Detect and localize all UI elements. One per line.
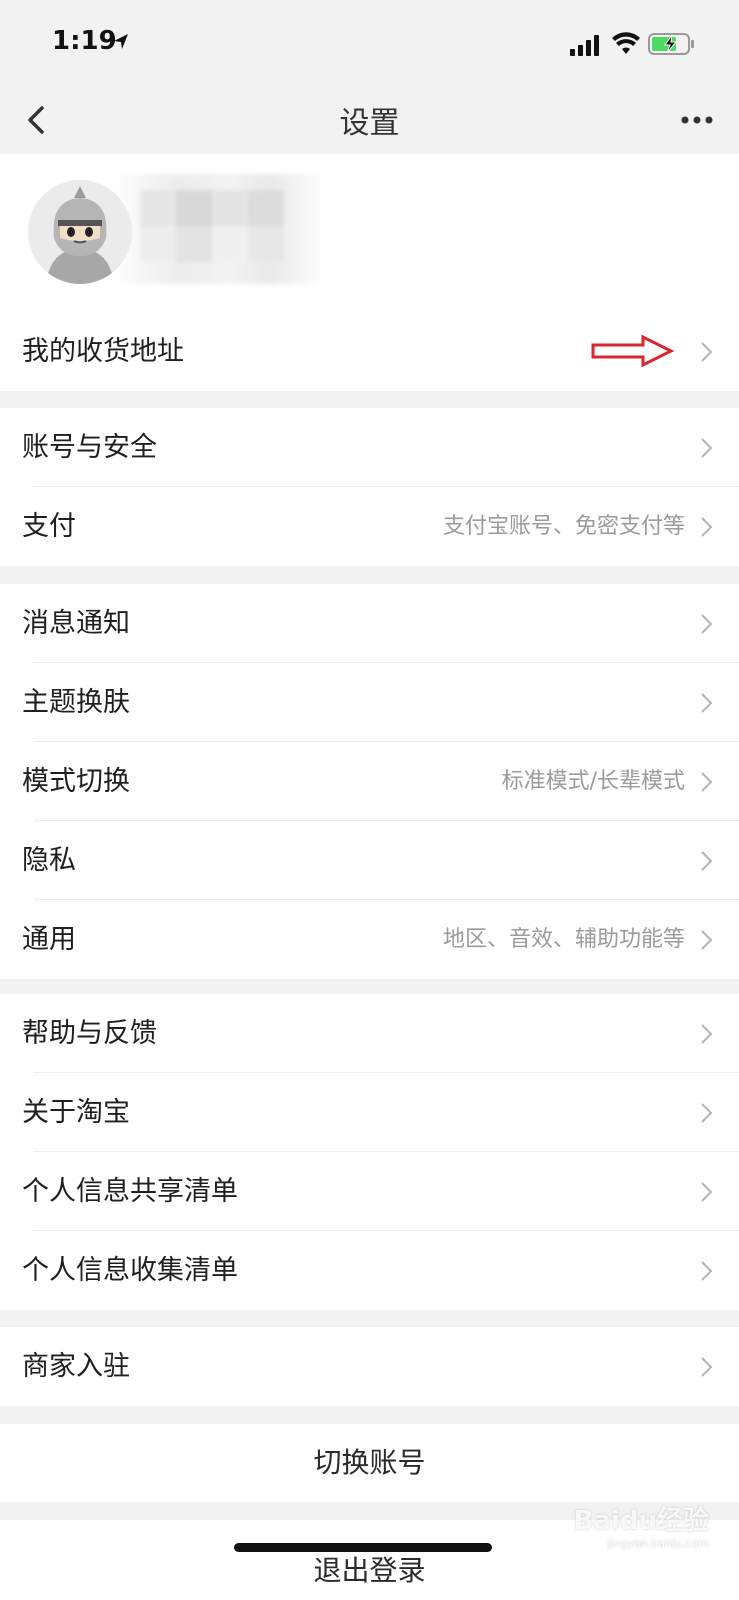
row-merchant-join[interactable]: 商家入驻 [0, 1327, 739, 1406]
row-theme[interactable]: 主题换肤 [0, 663, 739, 742]
row-address[interactable]: 我的收货地址 [0, 312, 739, 391]
chevron-right-icon [701, 930, 713, 950]
battery-charging-icon [648, 33, 694, 55]
row-info-collection-list[interactable]: 个人信息收集清单 [0, 1231, 739, 1310]
chevron-right-icon [701, 614, 713, 634]
row-subtitle: 标准模式/长辈模式 [501, 769, 685, 794]
nav-bar: 设置 [0, 88, 739, 154]
row-about-taobao[interactable]: 关于淘宝 [0, 1073, 739, 1152]
row-label: 商家入驻 [22, 1351, 130, 1382]
row-payment[interactable]: 支付 支付宝账号、免密支付等 [0, 487, 739, 566]
obscured-username [120, 174, 320, 284]
status-time: 1:19 [52, 26, 117, 56]
ninja-avatar-icon [28, 180, 132, 284]
row-privacy[interactable]: 隐私 [0, 821, 739, 900]
row-subtitle: 地区、音效、辅助功能等 [442, 927, 685, 952]
chevron-right-icon [701, 1103, 713, 1123]
row-general[interactable]: 通用 地区、音效、辅助功能等 [0, 900, 739, 979]
row-label: 支付 [22, 511, 76, 542]
chevron-right-icon [701, 1024, 713, 1044]
row-label: 模式切换 [22, 766, 130, 797]
group-switch-account: 切换账号 [0, 1424, 739, 1502]
row-notifications[interactable]: 消息通知 [0, 584, 739, 663]
watermark-brand: Baidu经验 [573, 1506, 709, 1536]
group-account: 账号与安全 支付 支付宝账号、免密支付等 [0, 408, 739, 566]
row-label: 帮助与反馈 [22, 1018, 157, 1049]
row-label: 我的收货地址 [22, 336, 184, 367]
status-bar: 1:19 [0, 0, 739, 88]
chevron-right-icon [701, 1261, 713, 1281]
row-help-feedback[interactable]: 帮助与反馈 [0, 994, 739, 1073]
avatar[interactable] [28, 180, 132, 284]
row-label: 主题换肤 [22, 687, 130, 718]
row-label: 消息通知 [22, 608, 130, 639]
row-label: 个人信息共享清单 [22, 1176, 238, 1207]
home-indicator [234, 1543, 492, 1552]
row-label: 隐私 [22, 845, 76, 876]
more-button[interactable] [677, 102, 721, 138]
baidu-watermark: Baidu经验 jingyan.baidu.com [574, 1500, 709, 1550]
cellular-signal-icon [570, 35, 599, 56]
chevron-right-icon [701, 1182, 713, 1202]
row-label: 账号与安全 [22, 432, 157, 463]
chevron-right-icon [701, 772, 713, 792]
switch-account-button[interactable]: 切换账号 [0, 1424, 739, 1502]
chevron-right-icon [701, 851, 713, 871]
chevron-right-icon [701, 438, 713, 458]
group-address: 我的收货地址 [0, 312, 739, 391]
row-subtitle: 支付宝账号、免密支付等 [442, 514, 685, 539]
watermark-url: jingyan.baidu.com [607, 1537, 709, 1550]
group-preferences: 消息通知 主题换肤 模式切换 标准模式/长辈模式 隐私 通用 地区、音效、辅助功… [0, 584, 739, 979]
row-info-sharing-list[interactable]: 个人信息共享清单 [0, 1152, 739, 1231]
location-arrow-icon [114, 34, 128, 49]
more-dots-icon [681, 116, 713, 124]
chevron-right-icon [701, 693, 713, 713]
group-help: 帮助与反馈 关于淘宝 个人信息共享清单 个人信息收集清单 [0, 994, 739, 1310]
row-label: 关于淘宝 [22, 1097, 130, 1128]
chevron-right-icon [701, 1357, 713, 1377]
annotation-arrow-icon [591, 334, 675, 368]
group-merchant: 商家入驻 [0, 1327, 739, 1406]
row-label: 通用 [22, 924, 76, 955]
row-mode-switch[interactable]: 模式切换 标准模式/长辈模式 [0, 742, 739, 821]
profile-card[interactable] [0, 154, 739, 312]
row-label: 个人信息收集清单 [22, 1255, 238, 1286]
row-account-security[interactable]: 账号与安全 [0, 408, 739, 487]
page-title: 设置 [339, 106, 400, 141]
chevron-right-icon [701, 342, 713, 362]
wifi-icon [612, 32, 640, 54]
chevron-right-icon [701, 517, 713, 537]
